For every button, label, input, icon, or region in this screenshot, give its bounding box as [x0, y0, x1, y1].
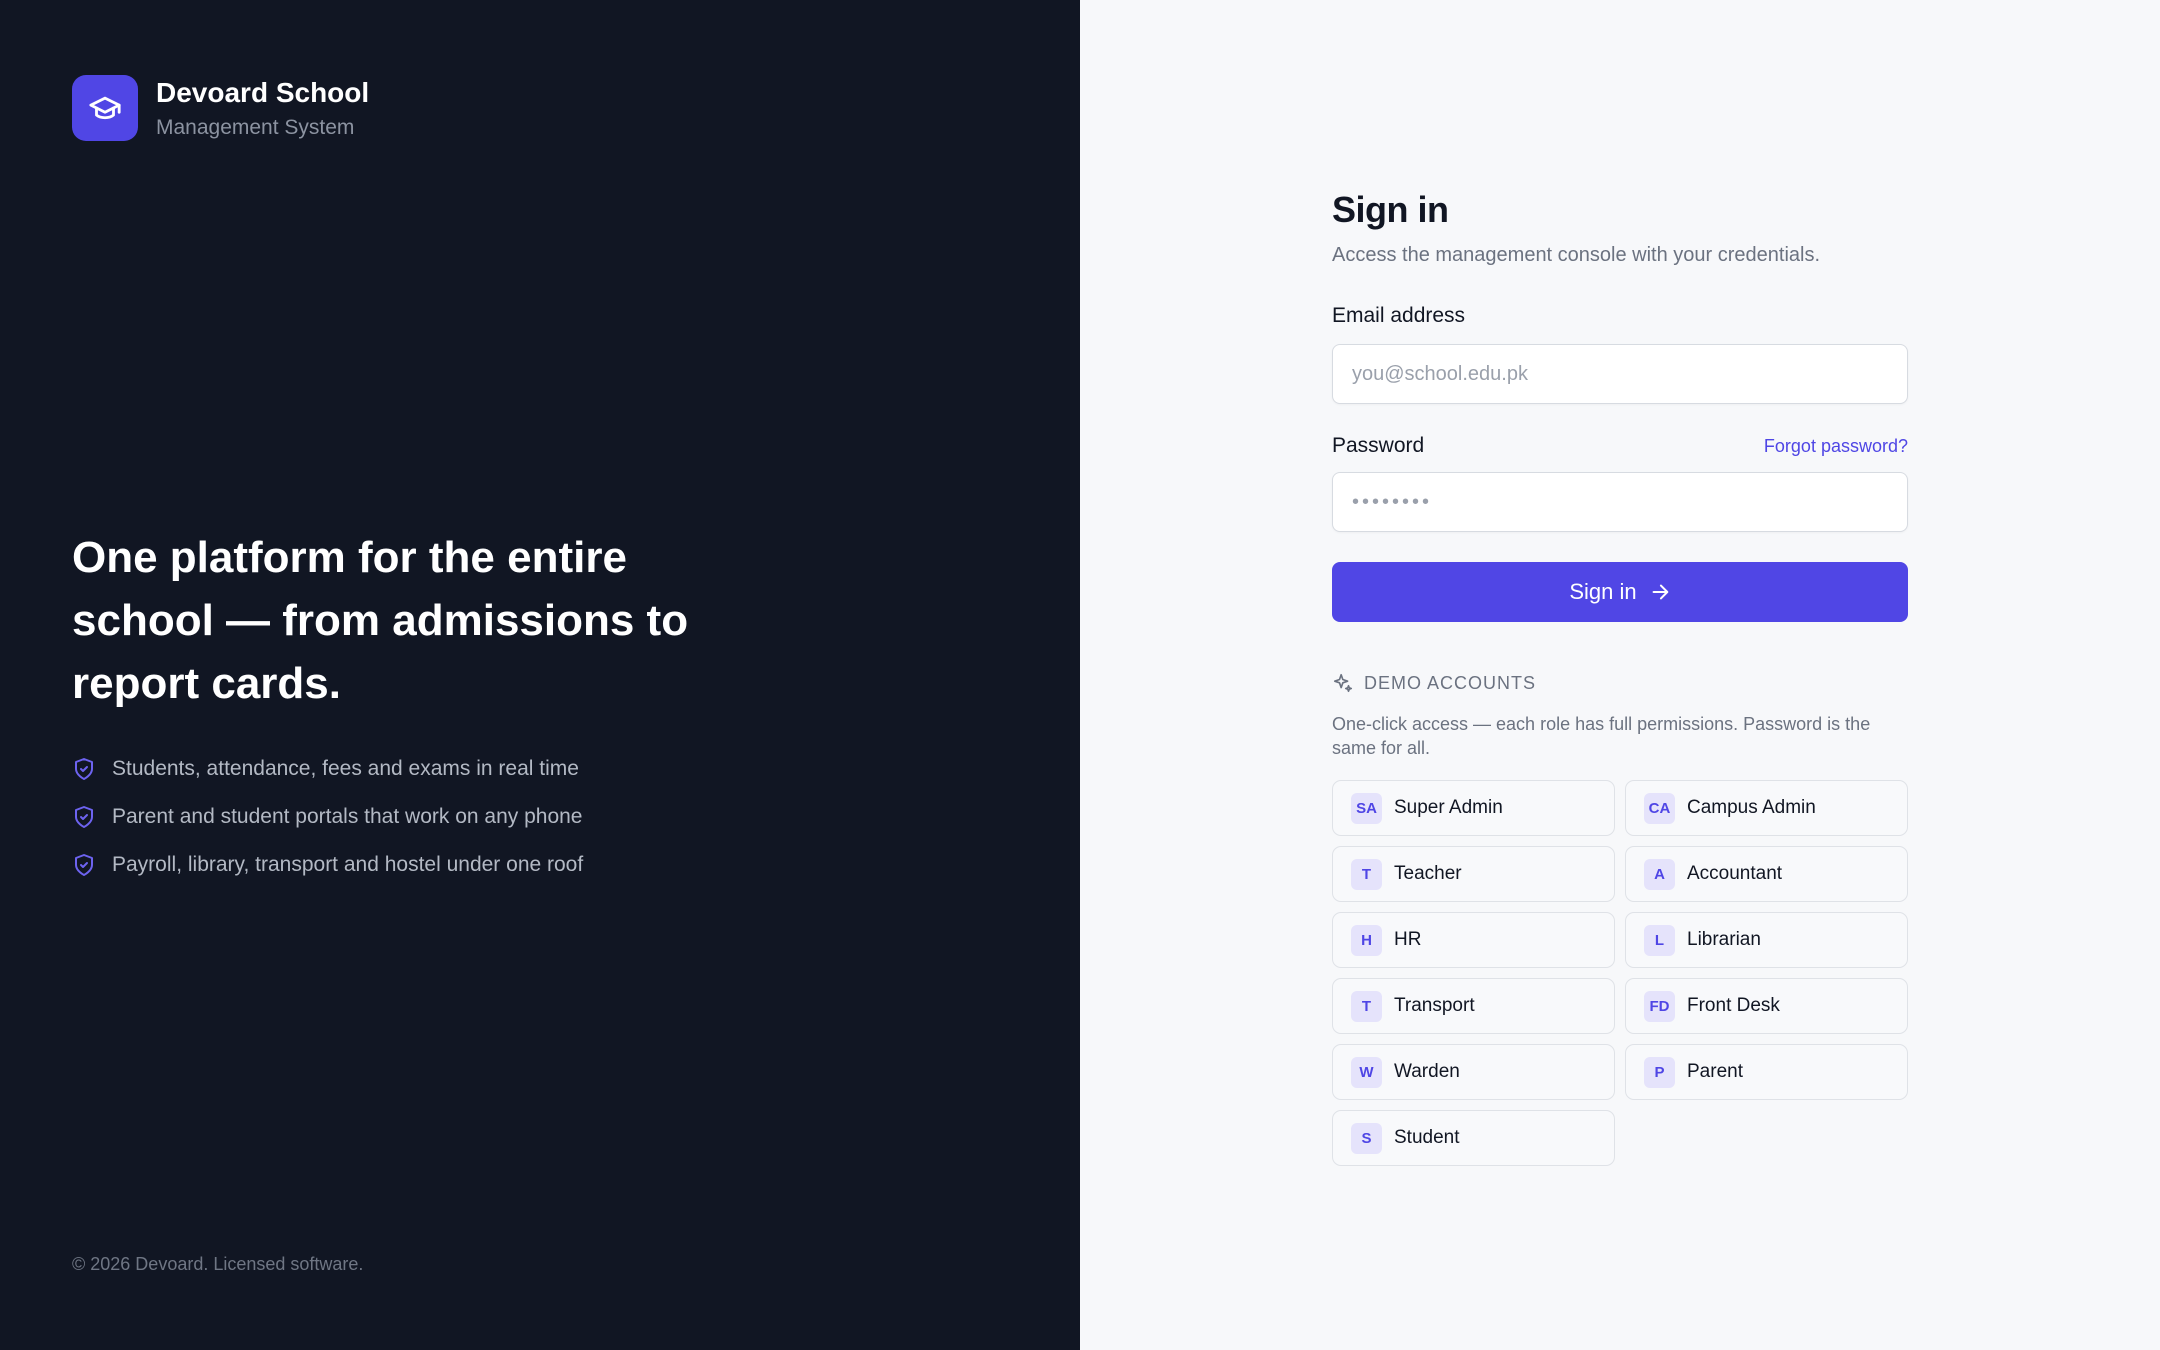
role-initials-badge: H: [1351, 924, 1382, 956]
password-label: Password: [1332, 434, 1425, 457]
role-initials-badge: T: [1351, 858, 1382, 890]
demo-account-transport[interactable]: T Transport: [1332, 978, 1615, 1034]
brand: Devoard School Management System: [72, 75, 369, 141]
brand-text: Devoard School Management System: [156, 76, 369, 141]
demo-account-teacher[interactable]: T Teacher: [1332, 846, 1615, 902]
role-name: Campus Admin: [1687, 797, 1816, 818]
role-initials-badge: P: [1644, 1056, 1675, 1088]
role-name: HR: [1394, 929, 1422, 950]
demo-account-warden[interactable]: W Warden: [1332, 1044, 1615, 1100]
sign-in-button[interactable]: Sign in: [1332, 562, 1908, 622]
feature-item: Payroll, library, transport and hostel u…: [72, 841, 583, 889]
role-name: Super Admin: [1394, 797, 1503, 818]
sign-in-button-label: Sign in: [1569, 579, 1637, 604]
page-title: Sign in: [1332, 189, 1449, 230]
role-initials-badge: FD: [1644, 990, 1675, 1022]
demo-accounts-title: DEMO ACCOUNTS: [1364, 672, 1537, 693]
role-initials-badge: SA: [1351, 792, 1382, 824]
password-input[interactable]: [1332, 472, 1908, 532]
feature-text: Payroll, library, transport and hostel u…: [112, 853, 584, 876]
role-name: Parent: [1687, 1061, 1743, 1082]
role-initials-badge: T: [1351, 990, 1382, 1022]
feature-list: Students, attendance, fees and exams in …: [72, 745, 583, 889]
brand-panel: Devoard School Management System One pla…: [0, 0, 1080, 1350]
password-label-row: Password Forgot password?: [1332, 434, 1908, 458]
demo-account-super-admin[interactable]: SA Super Admin: [1332, 780, 1615, 836]
hero-headline: One platform for the entire school — fro…: [72, 533, 689, 708]
demo-account-hr[interactable]: H HR: [1332, 912, 1615, 968]
demo-account-librarian[interactable]: L Librarian: [1625, 912, 1908, 968]
role-name: Librarian: [1687, 929, 1761, 950]
graduation-cap-icon: [72, 75, 138, 141]
email-label: Email address: [1332, 304, 1466, 327]
role-initials-badge: L: [1644, 924, 1675, 956]
email-input[interactable]: [1332, 344, 1908, 404]
arrow-right-icon: [1652, 584, 1668, 600]
role-name: Accountant: [1687, 863, 1783, 884]
sparkles-icon: [1333, 673, 1353, 693]
demo-accounts-description: One-click access — each role has full pe…: [1332, 714, 1871, 758]
role-name: Teacher: [1394, 863, 1462, 884]
brand-name: Devoard School: [156, 76, 370, 108]
demo-account-student[interactable]: S Student: [1332, 1110, 1615, 1166]
demo-account-accountant[interactable]: A Accountant: [1625, 846, 1908, 902]
feature-text: Students, attendance, fees and exams in …: [112, 757, 579, 780]
role-name: Transport: [1394, 995, 1475, 1016]
feature-text: Parent and student portals that work on …: [112, 805, 583, 828]
forgot-password-link[interactable]: Forgot password?: [1764, 436, 1908, 457]
role-name: Warden: [1394, 1061, 1460, 1082]
shield-check-icon: [75, 854, 93, 876]
copyright: © 2026 Devoard. Licensed software.: [72, 1254, 364, 1274]
page-subtitle: Access the management console with your …: [1332, 244, 1821, 266]
role-initials-badge: W: [1351, 1056, 1382, 1088]
role-initials-badge: A: [1644, 858, 1675, 890]
demo-account-campus-admin[interactable]: CA Campus Admin: [1625, 780, 1908, 836]
demo-account-front-desk[interactable]: FD Front Desk: [1625, 978, 1908, 1034]
feature-item: Parent and student portals that work on …: [72, 793, 583, 841]
role-initials-badge: CA: [1644, 792, 1675, 824]
demo-accounts-header: DEMO ACCOUNTS: [1332, 672, 1908, 694]
signin-form: Sign in Access the management console wi…: [1332, 186, 1908, 1166]
shield-check-icon: [75, 806, 93, 828]
demo-accounts-grid: SA Super Admin CA Campus Admin T Teacher…: [1332, 780, 1908, 1166]
role-name: Front Desk: [1687, 995, 1780, 1016]
feature-item: Students, attendance, fees and exams in …: [72, 745, 583, 793]
brand-subtitle: Management System: [156, 115, 355, 139]
signin-panel: Sign in Access the management console wi…: [1080, 0, 2160, 1350]
demo-account-parent[interactable]: P Parent: [1625, 1044, 1908, 1100]
shield-check-icon: [75, 758, 93, 780]
role-name: Student: [1394, 1127, 1460, 1148]
role-initials-badge: S: [1351, 1122, 1382, 1154]
